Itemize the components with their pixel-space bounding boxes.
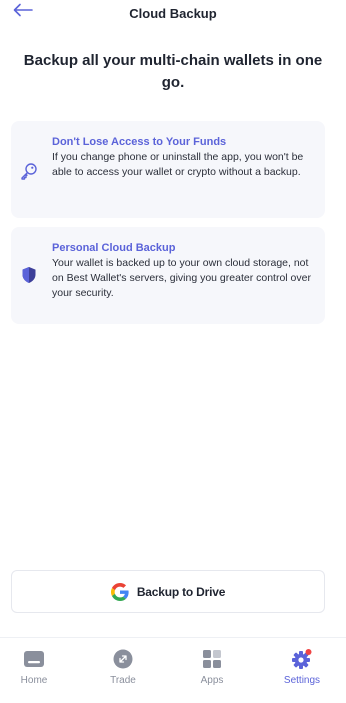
tab-settings[interactable]: Settings xyxy=(272,648,332,686)
wallet-icon xyxy=(23,648,45,670)
cloud-backup-screen: Cloud Backup Backup all your multi-chain… xyxy=(0,0,346,703)
tab-apps[interactable]: Apps xyxy=(182,648,242,686)
google-icon xyxy=(110,582,129,601)
card-title: Don't Lose Access to Your Funds xyxy=(52,136,227,148)
key-icon xyxy=(19,161,39,181)
card-description: Your wallet is backed up to your own clo… xyxy=(52,257,311,299)
shield-icon xyxy=(19,265,39,285)
tab-label: Apps xyxy=(200,675,224,686)
trade-icon xyxy=(112,648,134,670)
tab-label: Home xyxy=(20,675,48,686)
notification-dot xyxy=(305,649,312,655)
gear-icon xyxy=(291,648,313,670)
card-description: If you change phone or uninstall the app… xyxy=(52,151,304,178)
tab-label: Settings xyxy=(283,675,321,686)
header: Cloud Backup xyxy=(0,0,346,28)
bottom-tab-bar: Home Trade Apps Settings xyxy=(0,637,346,703)
tab-trade[interactable]: Trade xyxy=(93,648,153,686)
apps-icon xyxy=(201,648,223,670)
info-card-funds: Don't Lose Access to Your Funds If you c… xyxy=(11,121,325,218)
info-card-personal-backup: Personal Cloud Backup Your wallet is bac… xyxy=(11,227,325,324)
backup-to-drive-label: Backup to Drive xyxy=(136,584,226,599)
tab-label: Trade xyxy=(110,675,136,686)
backup-to-drive-button[interactable]: Backup to Drive xyxy=(11,570,325,613)
page-title: Cloud Backup xyxy=(129,6,217,21)
tab-home[interactable]: Home xyxy=(4,648,64,686)
heading: Backup all your multi-chain wallets in o… xyxy=(23,52,323,91)
card-title: Personal Cloud Backup xyxy=(52,242,176,254)
